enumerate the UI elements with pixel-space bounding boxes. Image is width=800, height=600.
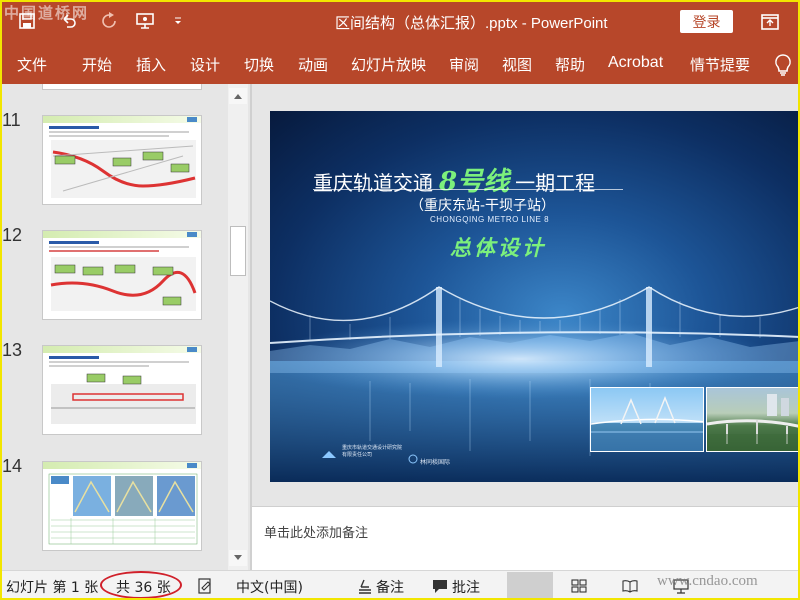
slide-english-title: CHONGQING METRO LINE 8 bbox=[430, 215, 550, 224]
ribbon-tabs: 文件 开始 插入 设计 切换 动画 幻灯片放映 审阅 视图 帮助 Acrobat… bbox=[0, 44, 800, 84]
title-bar: 中国道桥网 区间结构（总体汇报）.pptx - PowerPoint 登录 bbox=[0, 0, 800, 44]
thumbnail-slide-14[interactable] bbox=[42, 461, 202, 551]
scrollbar-thumb[interactable] bbox=[230, 226, 246, 276]
tab-home[interactable]: 开始 bbox=[82, 54, 112, 75]
save-icon[interactable] bbox=[16, 10, 38, 32]
scroll-up-icon[interactable] bbox=[229, 88, 247, 104]
slide-number-indicator: 幻灯片 第 1 张 bbox=[6, 580, 99, 596]
comments-toggle[interactable]: 批注 bbox=[452, 577, 480, 597]
thumbnail-slide-13[interactable] bbox=[42, 345, 202, 435]
current-slide[interactable]: 重庆轨道交通 8号线 一期工程 （重庆东站-干坝子站） CHONGQING METR… bbox=[270, 111, 800, 482]
tab-transitions[interactable]: 切换 bbox=[244, 54, 274, 75]
tab-help[interactable]: 帮助 bbox=[555, 54, 585, 75]
slide-title-prefix: 重庆轨道交通 bbox=[313, 171, 433, 195]
watermark-bottom-right: www.cndao.com bbox=[657, 573, 758, 589]
spellcheck-icon[interactable] bbox=[196, 577, 214, 595]
tab-storyboard[interactable]: 情节提要 bbox=[690, 54, 750, 75]
lightbulb-icon[interactable] bbox=[772, 52, 794, 78]
title-underline bbox=[313, 189, 623, 190]
notes-icon[interactable] bbox=[356, 577, 374, 595]
design-institute-logo bbox=[322, 445, 336, 458]
org-line-1: 重庆市轨道交通设计研究院 bbox=[342, 445, 403, 451]
login-button[interactable]: 登录 bbox=[680, 10, 733, 33]
elevated-line-photo bbox=[706, 387, 800, 452]
thumbnail-slide-12[interactable] bbox=[42, 230, 202, 320]
bridge-photo bbox=[590, 387, 704, 452]
tab-insert[interactable]: 插入 bbox=[136, 54, 166, 75]
thumbnail-scrollbar[interactable] bbox=[228, 84, 248, 570]
tab-design[interactable]: 设计 bbox=[190, 54, 220, 75]
thumbnail-partial[interactable] bbox=[42, 84, 202, 90]
tab-acrobat[interactable]: Acrobat bbox=[608, 54, 663, 72]
thumbnail-number: 13 bbox=[2, 340, 23, 360]
present-icon[interactable] bbox=[134, 10, 156, 32]
comment-icon[interactable] bbox=[431, 577, 449, 595]
scroll-down-icon[interactable] bbox=[229, 550, 247, 566]
thumbnail-number: 11 bbox=[2, 110, 21, 130]
customize-qat-icon[interactable] bbox=[172, 10, 184, 32]
undo-icon[interactable] bbox=[58, 10, 80, 32]
ribbon-display-icon[interactable] bbox=[760, 12, 780, 32]
org-line-2: 有限责任公司 bbox=[342, 452, 373, 458]
redo-icon[interactable] bbox=[98, 10, 120, 32]
notes-pane[interactable]: 单击此处添加备注 bbox=[252, 506, 800, 570]
reading-view-icon[interactable] bbox=[621, 577, 639, 595]
thumbnail-number: 12 bbox=[2, 225, 23, 245]
slide-title-suffix: 一期工程 bbox=[515, 171, 596, 195]
notes-placeholder[interactable]: 单击此处添加备注 bbox=[264, 522, 368, 541]
language-indicator[interactable]: 中文(中国) bbox=[236, 577, 303, 597]
tab-file[interactable]: 文件 bbox=[17, 54, 47, 75]
thumbnail-pane: 11 12 13 14 bbox=[0, 84, 250, 570]
tab-review[interactable]: 审阅 bbox=[449, 54, 479, 75]
notes-toggle[interactable]: 备注 bbox=[376, 577, 404, 597]
thumbnail-number: 14 bbox=[2, 456, 23, 476]
slide-sorter-icon[interactable] bbox=[570, 577, 588, 595]
slide-design-label: 总体设计 bbox=[450, 235, 546, 260]
slide-title: 重庆轨道交通 8号线 一期工程 bbox=[313, 161, 595, 198]
design-institute-name: 重庆市轨道交通设计研究院 有限责任公司 bbox=[342, 445, 402, 459]
total-slides-highlight-circle bbox=[100, 571, 182, 599]
tab-animations[interactable]: 动画 bbox=[298, 54, 328, 75]
tab-slideshow[interactable]: 幻灯片放映 bbox=[351, 54, 426, 75]
slide-subtitle: （重庆东站-干坝子站） bbox=[410, 198, 556, 214]
document-title: 区间结构（总体汇报）.pptx - PowerPoint bbox=[335, 15, 608, 32]
partner-logo bbox=[408, 449, 418, 464]
slide-title-line: 8号线 bbox=[439, 167, 510, 197]
partner-name: 林同棪国际 bbox=[420, 459, 451, 466]
normal-view-highlight bbox=[507, 572, 553, 599]
tab-view[interactable]: 视图 bbox=[502, 54, 532, 75]
thumbnail-slide-11[interactable] bbox=[42, 115, 202, 205]
